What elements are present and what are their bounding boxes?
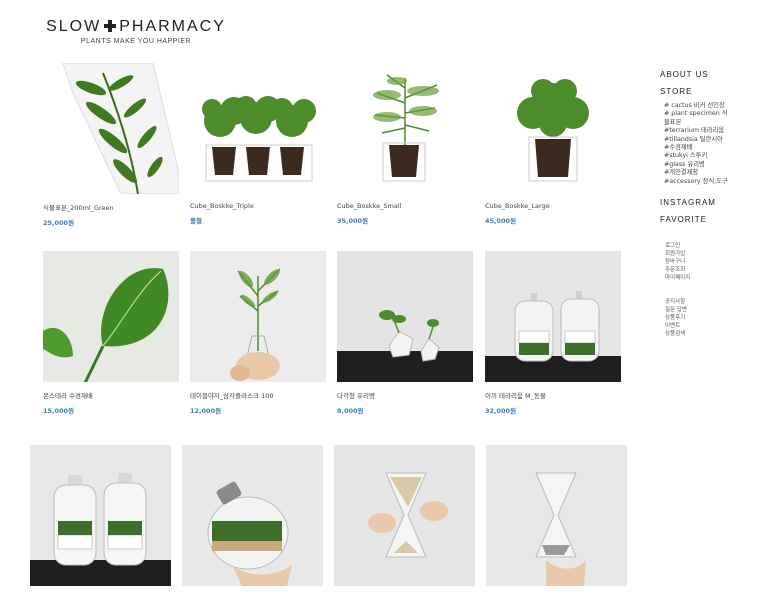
board-link[interactable]: 상품검색 (665, 330, 755, 338)
product-image[interactable] (182, 445, 323, 586)
account-links: 로그인 회원가입 장바구니 주문조회 마이페이지 (660, 242, 755, 282)
product-image[interactable] (486, 445, 627, 586)
product-price: 8,000원 (337, 407, 364, 415)
category-link[interactable]: #accessory 장식,도구 (664, 178, 755, 186)
account-link[interactable]: 주문조회 (665, 266, 755, 274)
product-price: 15,000원 (43, 407, 75, 415)
category-link[interactable]: #stukyi 스투키 (664, 152, 755, 160)
product-name[interactable]: Cube_Boskke_Triple (190, 202, 326, 210)
product-image[interactable] (485, 251, 621, 382)
product-card[interactable]: 테이블야자_삼각플라스크 100 12,000원 (190, 251, 326, 415)
product-price: 35,000원 (337, 217, 369, 225)
product-price: 품절 (190, 217, 202, 225)
product-price: 45,000원 (485, 217, 517, 225)
logo-word-left: SLOW (46, 18, 102, 35)
category-link[interactable]: #terrarium 테라리움 (664, 127, 755, 135)
site-logo[interactable]: SLOW PHARMACY PLANTS MAKE YOU HAPPIER (46, 18, 226, 45)
logo-tagline: PLANTS MAKE YOU HAPPIER (80, 38, 192, 45)
product-name[interactable]: 몬스테라 수경재배 (43, 390, 179, 400)
product-price: 32,000원 (485, 407, 517, 415)
board-link[interactable]: 질문 답변 (665, 306, 755, 314)
product-name[interactable]: Cube_Boskke_Small (337, 202, 473, 210)
sidebar: ABOUT US STORE # cactus 비커 선인장 # plant s… (660, 70, 755, 338)
category-list: # cactus 비커 선인장 # plant specimen 식 물표본 #… (664, 102, 755, 186)
product-card[interactable]: 식물표본_200ml_Green 25,000원 (43, 63, 179, 227)
sidebar-item-favorite[interactable]: FAVORITE (660, 215, 755, 224)
product-name[interactable]: Cube_Boskke_Large (485, 202, 621, 210)
sidebar-item-store[interactable]: STORE (660, 87, 755, 96)
product-card[interactable]: Cube_Boskke_Large 45,000원 (485, 63, 621, 225)
board-link[interactable]: 이벤트 (665, 322, 755, 330)
logo-word-right: PHARMACY (119, 18, 226, 35)
product-card[interactable]: Cube_Boskke_Triple 품절 (190, 63, 326, 225)
account-link[interactable]: 회원가입 (665, 250, 755, 258)
sidebar-item-about[interactable]: ABOUT US (660, 70, 755, 79)
logo-title: SLOW PHARMACY (46, 18, 226, 36)
category-link[interactable]: # plant specimen 식 (664, 110, 755, 118)
account-link[interactable]: 로그인 (665, 242, 755, 250)
category-link[interactable]: #glass 유리병 (664, 161, 755, 169)
board-link[interactable]: 공지사항 (665, 298, 755, 306)
category-link[interactable]: #tillandsia 틸란시아 (664, 136, 755, 144)
plus-cross-icon (104, 20, 117, 32)
account-link[interactable]: 장바구니 (665, 258, 755, 266)
product-price: 25,000원 (43, 219, 75, 227)
product-name[interactable]: 식물표본_200ml_Green (43, 202, 179, 212)
product-image[interactable] (334, 445, 475, 586)
product-price: 12,000원 (190, 407, 222, 415)
product-card[interactable]: 몬스테라 수경재배 15,000원 (43, 251, 179, 415)
category-link[interactable]: 물표본 (664, 119, 755, 127)
sidebar-item-instagram[interactable]: INSTAGRAM (660, 198, 755, 207)
product-image[interactable] (190, 251, 326, 382)
product-card[interactable]: 이끼 테라리움 M_동물 32,000원 (485, 251, 621, 415)
product-image[interactable] (30, 445, 171, 586)
product-image[interactable] (43, 63, 179, 194)
product-card[interactable]: Cube_Boskke_Small 35,000원 (337, 63, 473, 225)
board-link[interactable]: 상품후기 (665, 314, 755, 322)
board-links: 공지사항 질문 답변 상품후기 이벤트 상품검색 (660, 298, 755, 338)
product-name[interactable]: 테이블야자_삼각플라스크 100 (190, 390, 326, 400)
product-image[interactable] (337, 251, 473, 382)
account-link[interactable]: 마이페이지 (665, 274, 755, 282)
product-image[interactable] (337, 63, 473, 194)
product-image[interactable] (485, 63, 621, 194)
product-name[interactable]: 이끼 테라리움 M_동물 (485, 390, 621, 400)
product-image[interactable] (190, 63, 326, 194)
product-name[interactable]: 다각형 유리병 (337, 390, 473, 400)
product-card[interactable]: 다각형 유리병 8,000원 (337, 251, 473, 415)
category-link[interactable]: #개인결제창 (664, 169, 755, 177)
product-image[interactable] (43, 251, 179, 382)
